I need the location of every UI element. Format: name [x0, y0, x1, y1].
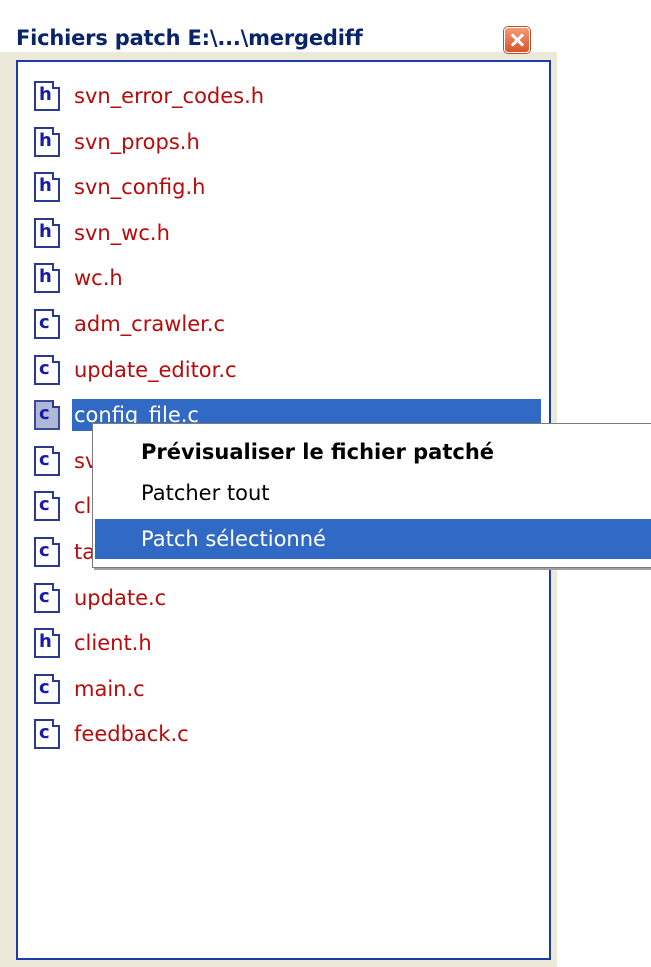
file-list-item[interactable]: h client.h: [34, 623, 534, 663]
file-type-letter: h: [39, 266, 52, 288]
c-file-icon: c: [34, 582, 60, 613]
file-name: adm_crawler.c: [74, 312, 226, 336]
file-type-letter: h: [39, 220, 52, 242]
file-list-item[interactable]: c main.c: [34, 669, 534, 709]
file-name: svn_props.h: [74, 129, 200, 154]
c-file-icon: c: [34, 445, 60, 476]
file-name: update.c: [74, 585, 167, 610]
file-type-letter: c: [39, 676, 50, 698]
context-menu: Prévisualiser le fichier patché Patcher t…: [92, 423, 651, 568]
file-list-item[interactable]: h svn_props.h: [34, 122, 534, 162]
file-type-letter: c: [39, 585, 50, 607]
file-list-item[interactable]: h svn_error_codes.h: [34, 76, 534, 116]
file-type-letter: h: [39, 175, 52, 197]
file-type-letter: h: [39, 631, 52, 653]
file-list-item[interactable]: h svn_config.h: [34, 167, 534, 207]
file-name: svn_error_codes.h: [74, 84, 265, 108]
file-type-letter: h: [39, 84, 52, 105]
c-file-icon: c: [34, 491, 60, 522]
file-name: main.c: [74, 676, 145, 701]
c-file-icon: c: [34, 673, 60, 704]
c-file-icon: c: [34, 719, 60, 750]
h-file-icon: h: [34, 172, 60, 203]
h-file-icon: h: [34, 126, 60, 157]
file-name: update_editor.c: [74, 357, 237, 382]
file-type-letter: h: [39, 129, 52, 151]
c-file-icon: c: [34, 400, 60, 431]
h-file-icon: h: [34, 628, 60, 659]
file-type-letter: c: [39, 540, 50, 561]
file-type-letter: c: [39, 722, 50, 744]
file-type-letter: c: [39, 403, 50, 425]
h-file-icon: h: [34, 263, 60, 294]
file-list-item[interactable]: h wc.h: [34, 258, 534, 298]
h-file-icon: h: [34, 217, 60, 248]
file-type-letter: c: [39, 357, 50, 379]
menu-item-preview-patched-file[interactable]: Prévisualiser le fichier patché: [95, 432, 651, 472]
menu-item-patch-all[interactable]: Patcher tout: [95, 473, 651, 513]
file-type-letter: c: [39, 312, 50, 333]
file-name: feedback.c: [74, 722, 189, 747]
file-name: svn_wc.h: [74, 220, 170, 245]
close-icon[interactable]: [504, 27, 530, 53]
file-list-item[interactable]: c feedback.c: [34, 714, 534, 754]
file-type-letter: c: [39, 494, 50, 516]
c-file-icon: c: [34, 537, 60, 567]
c-file-icon: c: [34, 354, 60, 385]
file-name: client.h: [74, 631, 152, 656]
file-list-item[interactable]: h svn_wc.h: [34, 213, 534, 253]
file-name: wc.h: [74, 266, 123, 291]
file-list-item[interactable]: c adm_crawler.c: [34, 304, 534, 344]
file-name: svn_config.h: [74, 175, 206, 200]
menu-item-patch-selected[interactable]: Patch sélectionné: [95, 519, 651, 559]
file-list-item[interactable]: c update_editor.c: [34, 350, 534, 390]
file-type-letter: c: [39, 448, 50, 470]
h-file-icon: h: [34, 81, 60, 111]
title-bar[interactable]: Fichiers patch E:\...\mergediff: [0, 0, 557, 53]
window-title: Fichiers patch E:\...\mergediff: [16, 26, 363, 50]
c-file-icon: c: [34, 309, 60, 339]
file-list-item[interactable]: c update.c: [34, 578, 534, 618]
